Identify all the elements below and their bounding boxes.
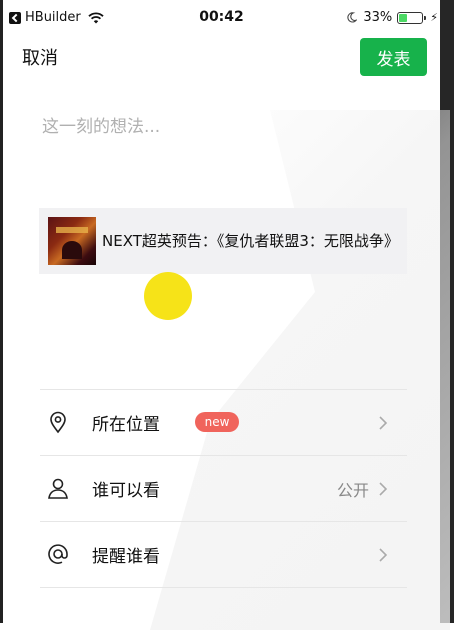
left-frame-edge <box>0 0 3 623</box>
chevron-right-icon <box>379 548 388 562</box>
shared-link-card[interactable]: NEXT超英预告：《复仇者联盟3：无限战争》 <box>39 208 407 274</box>
location-row[interactable]: 所在位置 new <box>40 390 407 455</box>
divider <box>40 587 407 588</box>
status-bar: HBuilder 00:42 33% ⚡ <box>3 0 440 36</box>
link-thumbnail <box>48 217 96 265</box>
location-label: 所在位置 <box>92 415 160 435</box>
battery-level-fill <box>399 13 407 22</box>
chevron-right-icon <box>379 482 388 496</box>
visibility-row[interactable]: 谁可以看 公开 <box>40 456 407 521</box>
person-icon <box>48 478 68 499</box>
location-pin-icon <box>50 411 66 434</box>
moon-icon <box>347 12 358 23</box>
thought-input[interactable] <box>40 110 414 204</box>
cancel-button[interactable]: 取消 <box>22 44 58 70</box>
mention-row[interactable]: 提醒谁看 <box>40 522 407 587</box>
chevron-right-icon <box>379 416 388 430</box>
link-title: NEXT超英预告：《复仇者联盟3：无限战争》 <box>102 231 399 250</box>
charging-bolt-icon: ⚡ <box>430 11 438 24</box>
visibility-label: 谁可以看 <box>92 481 160 501</box>
visibility-value: 公开 <box>336 481 369 500</box>
publish-button[interactable]: 发表 <box>360 38 427 76</box>
battery-icon <box>397 11 427 24</box>
battery-percent: 33% <box>363 10 393 25</box>
status-indicators: 33% ⚡ <box>346 10 438 25</box>
at-icon <box>48 544 68 564</box>
new-badge: new <box>195 412 239 432</box>
battery-tip <box>424 15 427 20</box>
mention-label: 提醒谁看 <box>92 547 160 567</box>
touch-indicator <box>144 272 192 320</box>
